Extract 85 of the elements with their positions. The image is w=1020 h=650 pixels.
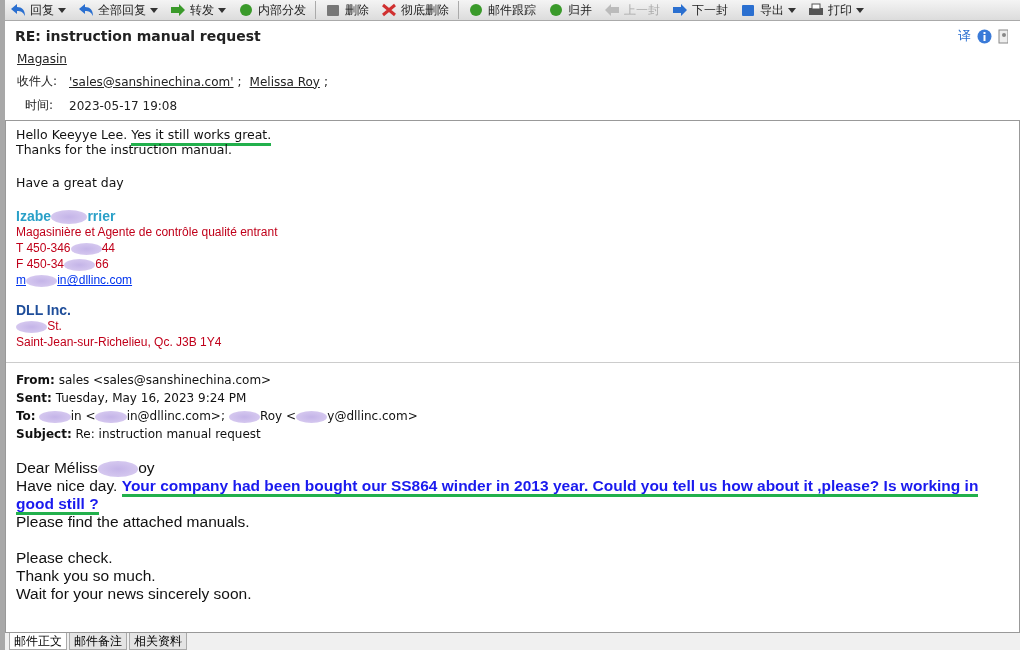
toolbar-icon <box>468 3 484 17</box>
caret-icon <box>218 7 226 13</box>
caret-icon <box>856 7 864 13</box>
header-value: sales <sales@sanshinechina.com> <box>58 373 272 388</box>
message-subject: RE: instruction manual request <box>15 28 261 44</box>
sender-link[interactable]: Magasin <box>17 52 67 66</box>
reply-text: Hello Keeyye Lee. <box>16 127 129 142</box>
header-label: To: <box>16 409 36 424</box>
fax-number: F 450-34 <box>16 257 65 272</box>
toolbar-button[interactable]: 全部回复 <box>75 1 161 19</box>
header-value: y@dllinc.com> <box>327 409 418 424</box>
toolbar-button[interactable]: 下一封 <box>669 1 731 19</box>
redaction-smudge <box>95 410 127 423</box>
redaction-smudge <box>39 410 71 423</box>
sent-time: 2023-05-17 19:08 <box>69 98 178 113</box>
recipients-label: 收件人: <box>17 73 59 90</box>
header-value: Re: instruction manual request <box>75 427 261 442</box>
info-icon[interactable] <box>977 28 992 44</box>
reply-text: Have a great day <box>16 175 125 190</box>
toolbar-icon <box>604 3 620 17</box>
toolbar-icon <box>238 3 254 17</box>
recipient-link[interactable]: 'sales@sanshinechina.com' <box>69 74 234 89</box>
city-address: Saint-Jean-sur-Richelieu, Qc. J3B 1Y4 <box>16 334 223 351</box>
caret-icon <box>150 7 158 13</box>
header-label: From: <box>16 373 55 388</box>
toolbar-icon <box>10 3 26 17</box>
toolbar-button[interactable]: 打印 <box>805 1 867 19</box>
toolbar-icon <box>170 3 186 17</box>
fax-number: 66 <box>95 257 109 272</box>
redaction-smudge <box>16 321 48 334</box>
redaction-smudge <box>296 410 328 423</box>
signature-name: rrier <box>87 208 116 224</box>
header-value: Tuesday, May 16, 2023 9:24 PM <box>55 391 247 406</box>
translate-button[interactable]: 译 <box>958 27 971 45</box>
toolbar-icon <box>548 3 564 17</box>
header-value: in < <box>70 409 96 424</box>
separator-text: ; <box>237 74 242 89</box>
toolbar-button[interactable]: 导出 <box>737 1 799 19</box>
email-link[interactable]: m <box>16 273 26 288</box>
tab[interactable]: 相关资料 <box>129 633 187 650</box>
body-text: Thank you so much. <box>16 567 157 586</box>
redaction-smudge <box>97 461 139 477</box>
toolbar-button[interactable]: 邮件跟踪 <box>465 1 539 19</box>
signature-name: Izabe <box>16 208 51 224</box>
street-address: St. <box>47 319 62 334</box>
time-label: 时间: <box>24 97 55 114</box>
tab[interactable]: 邮件备注 <box>69 633 127 650</box>
header-label: Sent: <box>16 391 52 406</box>
redaction-smudge <box>64 259 96 272</box>
redaction-smudge <box>228 410 260 423</box>
company-name: DLL Inc. <box>16 302 72 319</box>
caret-icon <box>788 7 796 13</box>
header-value: Roy < <box>259 409 297 424</box>
header-label: Subject: <box>16 427 72 442</box>
body-text: Please check. <box>16 549 114 568</box>
toolbar-button[interactable]: 回复 <box>7 1 69 19</box>
toolbar-icon <box>78 3 94 17</box>
phone-number: 44 <box>101 241 116 256</box>
toolbar-icon <box>381 3 397 17</box>
redaction-smudge <box>51 210 88 225</box>
caret-icon <box>58 7 66 13</box>
header-value: in@dllinc.com>; <box>126 409 226 424</box>
toolbar-icon <box>808 3 824 17</box>
tab[interactable]: 邮件正文 <box>9 633 67 650</box>
redaction-smudge <box>26 275 58 288</box>
greeting-text: Dear Méliss <box>16 459 98 477</box>
toolbar-button[interactable]: 彻底删除 <box>378 1 452 19</box>
email-link[interactable]: in@dllinc.com <box>57 273 133 288</box>
recipient-link[interactable]: Melissa Roy <box>249 74 320 89</box>
signature-title: Magasinière et Agente de contrôle qualité entrant <box>16 224 279 241</box>
separator-text: ; <box>323 74 328 89</box>
toolbar-button[interactable]: 删除 <box>322 1 372 19</box>
greeting-text: oy <box>138 459 155 477</box>
toolbar-icon <box>672 3 688 17</box>
toolbar-button[interactable]: 转发 <box>167 1 229 19</box>
toolbar-button[interactable]: 归并 <box>545 1 595 19</box>
redaction-smudge <box>70 243 102 256</box>
body-text: Please find the attached manuals. <box>16 513 251 532</box>
contact-card-icon[interactable] <box>998 28 1008 44</box>
toolbar-button[interactable]: 内部分发 <box>235 1 309 19</box>
phone-number: T 450-346 <box>16 241 71 256</box>
toolbar-icon <box>740 3 756 17</box>
body-text: Wait for your news sincerely soon. <box>16 585 253 604</box>
body-text: Have nice day. Your company had been bought our SS864 winder in 2013 year. Could you tell us how about it ,please? Is working in good still ? <box>16 477 1009 514</box>
toolbar-icon <box>325 3 341 17</box>
